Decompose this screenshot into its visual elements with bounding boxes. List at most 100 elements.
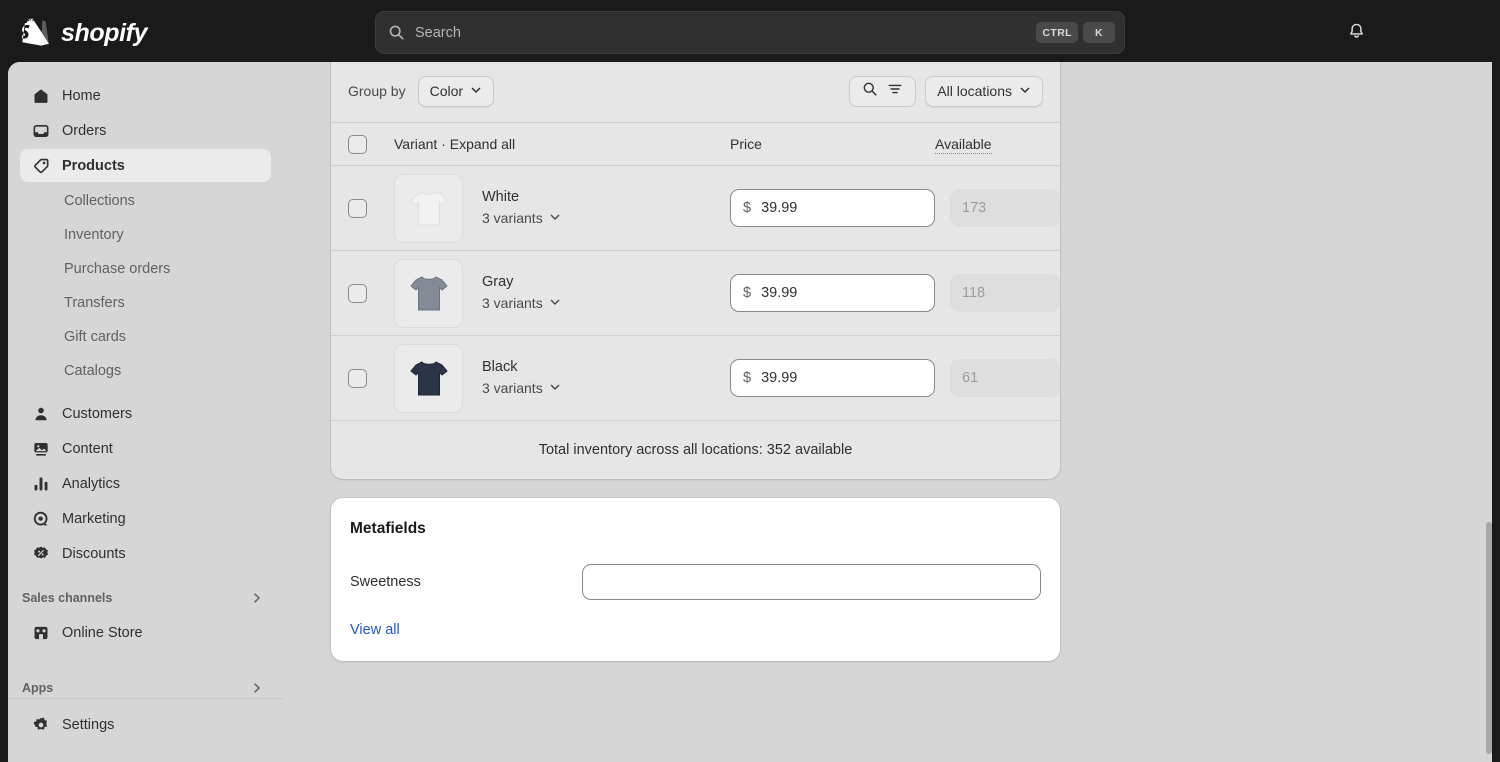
table-row[interactable]: Black 3 variants $ 39.99 61 [331, 336, 1060, 421]
shopify-bag-icon [20, 17, 52, 49]
available-count: 61 [962, 370, 979, 386]
price-input[interactable]: $ 39.99 [730, 189, 935, 227]
available-value: 173 [950, 189, 1060, 227]
variants-toolbar: Group by Color All locations [331, 62, 1060, 122]
sidebar-item-catalogs[interactable]: Catalogs [20, 354, 271, 387]
global-search-bar[interactable]: CTRL K [375, 11, 1125, 54]
sidebar-item-analytics[interactable]: Analytics [20, 467, 271, 500]
price-input[interactable]: $ 39.99 [730, 359, 935, 397]
variants-card: Group by Color All locations Variant · E… [331, 62, 1060, 479]
variant-count-toggle[interactable]: 3 variants [482, 210, 561, 226]
price-value: 39.99 [761, 370, 798, 386]
sidebar-item-label: Online Store [62, 624, 143, 641]
sidebar-item-label: Home [62, 87, 101, 104]
column-header-variant[interactable]: Variant · Expand all [367, 136, 730, 152]
table-row[interactable]: Gray 3 variants $ 39.99 118 [331, 251, 1060, 336]
column-header-available-label: Available [935, 136, 992, 154]
chevron-down-icon [470, 83, 482, 99]
shortcut-ctrl-badge: CTRL [1036, 22, 1078, 43]
available-count: 173 [962, 200, 987, 216]
group-by-color-dropdown[interactable]: Color [417, 75, 495, 107]
chevron-down-icon [549, 210, 561, 226]
shortcut-k-badge: K [1083, 22, 1115, 43]
vertical-scrollbar-thumb[interactable] [1486, 522, 1492, 754]
sidebar-item-settings[interactable]: Settings [20, 708, 271, 741]
variant-count-label: 3 variants [482, 294, 543, 311]
sidebar-item-label: Customers [62, 405, 133, 422]
metafields-title: Metafields [350, 520, 426, 537]
all-locations-dropdown[interactable]: All locations [925, 75, 1043, 107]
variant-count-toggle[interactable]: 3 variants [482, 380, 561, 396]
sidebar-item-label: Analytics [62, 475, 121, 492]
storefront-icon [31, 623, 51, 643]
view-all-metafields-link[interactable]: View all [331, 600, 419, 661]
sidebar-subitem-label: Collections [64, 192, 135, 209]
top-bar: shopify CTRL K [0, 0, 1500, 66]
sidebar-item-marketing[interactable]: Marketing [20, 502, 271, 535]
sidebar-subitem-label: Transfers [64, 294, 125, 311]
toolbar-right-group: All locations [849, 75, 1043, 107]
bar-chart-icon [31, 474, 51, 494]
sidebar-item-label: Discounts [62, 545, 126, 562]
search-icon[interactable] [862, 81, 878, 102]
metafield-row: Sweetness [331, 538, 1060, 600]
variant-name: White [482, 188, 520, 205]
orders-inbox-icon [31, 121, 51, 141]
sidebar-item-purchase-orders[interactable]: Purchase orders [20, 252, 271, 285]
sidebar-subitem-label: Catalogs [64, 362, 122, 379]
column-header-available: Available [935, 136, 1060, 154]
sidebar-item-content[interactable]: Content [20, 432, 271, 465]
sidebar-subitem-label: Purchase orders [64, 260, 171, 277]
row-checkbox[interactable] [348, 198, 367, 218]
table-row[interactable]: White 3 variants $ 39.99 173 [331, 166, 1060, 251]
chevron-down-icon [549, 380, 561, 396]
price-input[interactable]: $ 39.99 [730, 274, 935, 312]
home-icon [31, 86, 51, 106]
sidebar-section-label: Sales channels [22, 591, 113, 605]
variant-info: Black 3 variants [463, 359, 730, 398]
variant-thumbnail-white [394, 173, 463, 243]
marketing-target-icon [31, 509, 51, 529]
sidebar-item-collections[interactable]: Collections [20, 184, 271, 217]
variant-count-toggle[interactable]: 3 variants [482, 295, 561, 311]
variant-thumbnail-black [394, 343, 463, 413]
price-value: 39.99 [761, 285, 798, 301]
sidebar-navigation: Home Orders Products Collections Invento… [8, 62, 283, 755]
currency-symbol: $ [743, 370, 752, 386]
sidebar-item-customers[interactable]: Customers [20, 397, 271, 430]
select-all-checkbox[interactable] [348, 134, 367, 154]
filter-icon[interactable] [887, 81, 903, 102]
sidebar-item-inventory[interactable]: Inventory [20, 218, 271, 251]
total-inventory-row: Total inventory across all locations: 35… [331, 421, 1060, 479]
column-header-price: Price [730, 136, 762, 152]
sidebar-section-label: Apps [22, 681, 54, 695]
sidebar-item-online-store[interactable]: Online Store [20, 616, 271, 649]
sidebar-item-orders[interactable]: Orders [20, 114, 271, 147]
chevron-down-icon [1019, 83, 1031, 99]
shopify-wordmark: shopify [61, 18, 148, 47]
sidebar-subitem-label: Inventory [64, 226, 124, 243]
sidebar-section-sales-channels[interactable]: Sales channels [20, 583, 271, 613]
discount-badge-icon [31, 544, 51, 564]
sidebar-item-label: Content [62, 440, 113, 457]
search-and-filter-button[interactable] [849, 75, 917, 107]
sweetness-input[interactable] [582, 564, 1041, 600]
person-icon [31, 404, 51, 424]
currency-symbol: $ [743, 200, 752, 216]
sidebar-item-home[interactable]: Home [20, 79, 271, 112]
sidebar-item-discounts[interactable]: Discounts [20, 537, 271, 570]
available-value: 118 [950, 274, 1060, 312]
chevron-down-icon [549, 295, 561, 311]
currency-symbol: $ [743, 285, 752, 301]
sidebar-item-transfers[interactable]: Transfers [20, 286, 271, 319]
row-checkbox[interactable] [348, 368, 367, 388]
shopify-brand[interactable]: shopify [20, 17, 148, 49]
sidebar-item-gift-cards[interactable]: Gift cards [20, 320, 271, 353]
group-by-label: Group by [348, 83, 406, 99]
row-checkbox[interactable] [348, 283, 367, 303]
notifications-button[interactable] [1340, 18, 1372, 50]
total-inventory-label: Total inventory across all locations: 35… [538, 442, 853, 458]
product-tag-icon [31, 156, 51, 176]
search-input[interactable] [405, 24, 1032, 41]
sidebar-item-products[interactable]: Products [20, 149, 271, 182]
